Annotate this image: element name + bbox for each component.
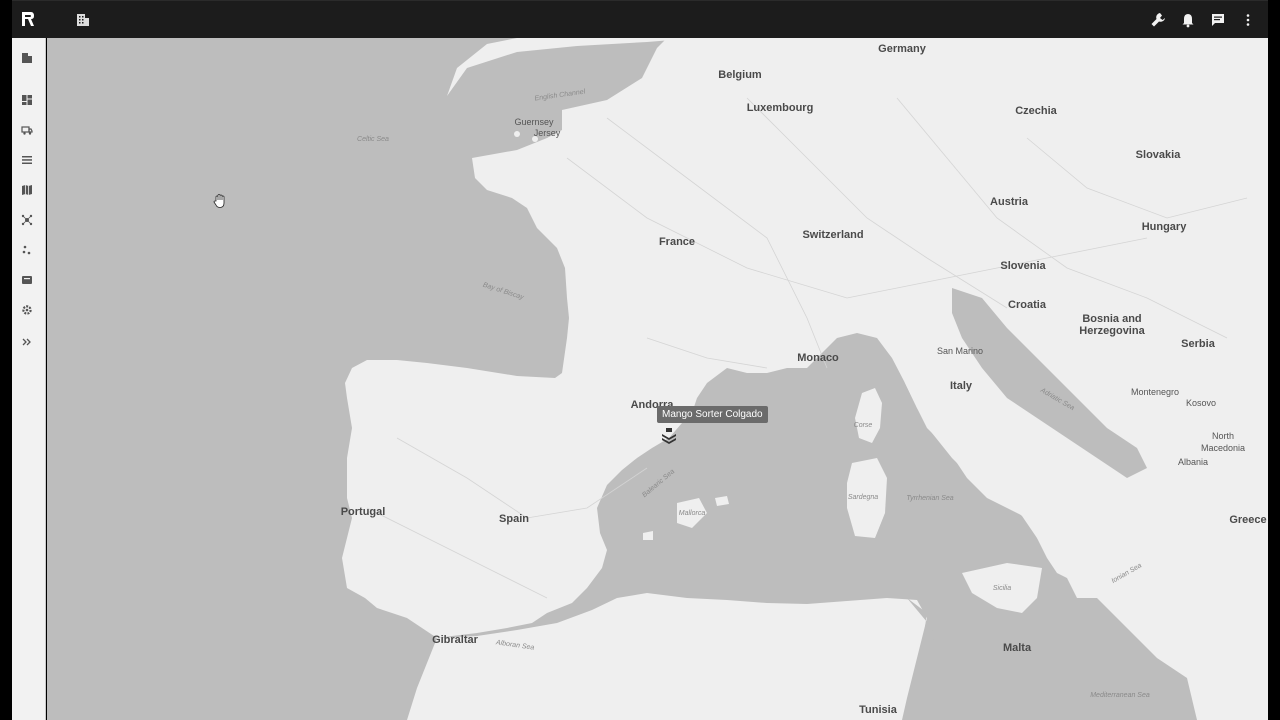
list-icon[interactable] <box>21 154 33 166</box>
wrench-icon[interactable] <box>1150 12 1166 28</box>
truck-icon[interactable] <box>21 124 33 136</box>
country-label-croatia: Croatia <box>1008 299 1046 311</box>
box-icon[interactable] <box>21 274 33 286</box>
country-label-slovakia: Slovakia <box>1135 149 1181 161</box>
building-icon[interactable] <box>21 52 33 64</box>
dots-icon[interactable] <box>21 244 33 256</box>
country-label-serbia: Serbia <box>1181 338 1215 350</box>
marker-tooltip: Mango Sorter Colgado <box>657 406 768 423</box>
country-label-malta: Malta <box>1002 642 1032 654</box>
place-label-sardegna: Sardegna <box>847 494 879 501</box>
map-view[interactable]: Germany Belgium Luxembourg Czechia Slova… <box>47 38 1268 720</box>
country-label-spain: Spain <box>499 513 529 525</box>
country-label-luxembourg: Luxembourg <box>746 102 814 114</box>
country-label-jersey: Jersey <box>533 128 561 138</box>
bell-icon[interactable] <box>1180 12 1196 28</box>
dashboard-icon[interactable] <box>21 94 33 106</box>
country-label-france: France <box>658 236 696 248</box>
sea-label-mediterranean-sea: Mediterranean Sea <box>1090 692 1150 699</box>
country-label-belgium: Belgium <box>718 69 762 81</box>
sea-label-celtic-sea: Celtic Sea <box>357 136 389 143</box>
country-label-germany: Germany <box>878 43 926 55</box>
country-label-portugal: Portugal <box>340 506 386 518</box>
country-label-tunisia: Tunisia <box>859 704 897 716</box>
country-label-kosovo: Kosovo <box>1185 398 1217 408</box>
more-vert-icon[interactable] <box>1240 12 1256 28</box>
country-label-bosnia: Bosnia and Herzegovina <box>1079 313 1145 337</box>
country-label-montenegro: Montenegro <box>1130 387 1180 397</box>
country-label-north-macedonia: North Macedonia <box>1200 431 1246 453</box>
country-label-switzerland: Switzerland <box>802 229 864 241</box>
building-icon[interactable] <box>76 13 90 27</box>
map-icon[interactable] <box>21 184 33 196</box>
country-label-gibraltar: Gibraltar <box>432 634 478 646</box>
expand-icon[interactable] <box>21 336 33 348</box>
location-marker-icon[interactable] <box>660 427 678 445</box>
map-base <box>342 38 1268 720</box>
country-label-czechia: Czechia <box>1015 105 1057 117</box>
hand-cursor-icon <box>213 194 225 208</box>
chat-icon[interactable] <box>1210 12 1226 28</box>
country-label-austria: Austria <box>990 196 1028 208</box>
country-label-albania: Albania <box>1177 457 1209 467</box>
gear-icon[interactable] <box>21 304 33 316</box>
country-label-san-marino: San Marino <box>936 346 984 356</box>
side-nav <box>12 38 46 720</box>
app-logo[interactable] <box>20 10 36 28</box>
top-bar <box>12 0 1268 38</box>
country-label-slovenia: Slovenia <box>1000 260 1046 272</box>
country-label-hungary: Hungary <box>1141 221 1187 233</box>
country-label-italy: Italy <box>949 380 973 392</box>
sea-label-tyrrhenian-sea: Tyrrhenian Sea <box>906 495 954 502</box>
country-label-monaco: Monaco <box>797 352 839 364</box>
place-label-sicilia: Sicilia <box>992 585 1012 592</box>
country-label-greece: Greece <box>1229 514 1267 526</box>
place-label-mallorca: Mallorca <box>678 510 706 517</box>
network-icon[interactable] <box>21 214 33 226</box>
place-label-corse: Corse <box>853 422 873 429</box>
